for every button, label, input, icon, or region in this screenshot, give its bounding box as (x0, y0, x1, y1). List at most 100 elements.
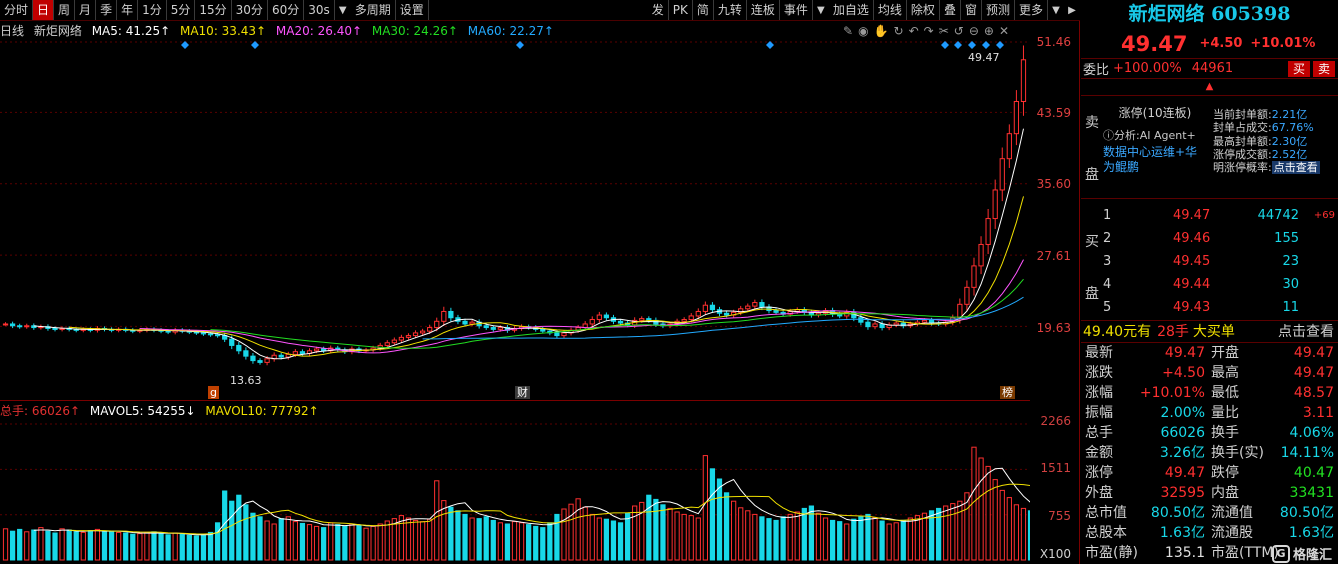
dropdown-arrow-icon[interactable]: ▼ (813, 0, 829, 20)
price-chart[interactable] (0, 40, 1030, 400)
quote-key: 外盘 (1085, 485, 1113, 501)
rotate-icon[interactable]: ↺ (954, 24, 964, 38)
event-marker-icon (968, 41, 976, 49)
quote-key: 换手(实) (1211, 445, 1264, 461)
volume-bar (52, 532, 58, 561)
period-tab-6[interactable]: 1分 (138, 0, 167, 20)
period-tab-12[interactable]: 多周期 (351, 0, 396, 20)
buy-level-4[interactable]: 4 49.44 30 (1103, 273, 1335, 296)
period-tab-8[interactable]: 15分 (195, 0, 232, 20)
volume-bar (709, 468, 716, 561)
big-order-link[interactable]: 点击查看 (1278, 321, 1334, 341)
redo-icon[interactable]: ↷ (924, 24, 934, 38)
eye-icon[interactable]: ◉ (858, 24, 868, 38)
volume-bar (723, 492, 730, 561)
ai-analysis[interactable]: ⓘ分析:AI Agent+ (1103, 127, 1207, 143)
volume-bar (306, 524, 313, 561)
collapse-panel-icon[interactable]: ▶ (1064, 0, 1080, 20)
volume-bar (773, 519, 779, 561)
period-tab-9[interactable]: 30分 (232, 0, 268, 20)
undo-icon[interactable]: ↶ (909, 24, 919, 38)
toolbar-item-5[interactable]: 事件 (780, 0, 813, 20)
buy-level-2[interactable]: 2 49.46 155 (1103, 227, 1335, 250)
volume-bar (844, 523, 850, 561)
toolbar-item-0[interactable]: 发 (648, 0, 669, 20)
stat-key: 明涨停概率: (1213, 161, 1272, 175)
period-tab-13[interactable]: 设置 (396, 0, 429, 20)
volume-bar (886, 523, 892, 561)
period-tab-5[interactable]: 年 (117, 0, 139, 20)
toolbar-item-10[interactable]: 窗 (961, 0, 982, 20)
toolbar-item-2[interactable]: 简 (693, 0, 714, 20)
stat-key: 封单占成交: (1213, 121, 1272, 135)
quote-key: 内盘 (1211, 485, 1239, 501)
buy-level-3[interactable]: 3 49.45 23 (1103, 250, 1335, 273)
volume-chart[interactable] (0, 400, 1030, 564)
pen-icon[interactable]: ✎ (843, 24, 853, 38)
stat-value: 67.76% (1271, 121, 1314, 135)
buy-level-5[interactable]: 5 49.43 11 (1103, 296, 1335, 319)
concept-tag[interactable]: 数据中心运维+华为鲲鹏 (1103, 145, 1207, 175)
limit-up-stat-4[interactable]: 明涨停概率: 点击查看 (1213, 161, 1320, 175)
period-tab-4[interactable]: 季 (96, 0, 118, 20)
quote-row: 金额 3.26亿 换手(实) 14.11% (1081, 443, 1338, 463)
period-tab-0[interactable]: 分时 (0, 0, 34, 20)
big-order-row[interactable]: 49.40元有 28手 大买单 点击查看 (1081, 320, 1338, 341)
price-row: 49.47 +4.50 +10.01% (1081, 29, 1338, 58)
volume-bar (957, 500, 963, 561)
period-tab-7[interactable]: 5分 (167, 0, 196, 20)
weibi-num: 44961 (1191, 61, 1234, 76)
toolbar-item-6[interactable]: 加自选 (829, 0, 874, 20)
price-axis-label-3: 35.60 (1036, 177, 1071, 191)
toolbar-item-1[interactable]: PK (669, 0, 693, 20)
period-tab-10[interactable]: 60分 (268, 0, 305, 20)
toolbar-item-11[interactable]: 预测 (982, 0, 1015, 20)
toolbar-item-3[interactable]: 九转 (714, 0, 747, 20)
close-icon[interactable]: ✕ (999, 24, 1009, 38)
volume-bar (236, 494, 242, 561)
price-change-pct: +10.01% (1250, 36, 1316, 51)
period-tab-2[interactable]: 周 (54, 0, 76, 20)
volume-bar (533, 525, 539, 561)
period-tab-3[interactable]: 月 (75, 0, 97, 20)
buy-button[interactable]: 买 (1287, 60, 1310, 77)
period-tab-1[interactable]: 日 (33, 0, 55, 20)
stat-value[interactable]: 点击查看 (1271, 161, 1320, 175)
volume-bar (660, 504, 666, 561)
candle-body (434, 320, 440, 329)
hand-icon[interactable]: ✋ (874, 24, 889, 38)
buy-level-1[interactable]: 1 49.47 44742 +69 (1103, 204, 1335, 227)
toolbar-item-12[interactable]: 更多 (1015, 0, 1048, 20)
brand-logo-icon: G (1271, 544, 1290, 563)
minus-circle-icon[interactable]: ⊖ (969, 24, 979, 38)
dropdown-arrow-icon[interactable]: ▼ (335, 0, 351, 20)
volume-bar (38, 527, 44, 561)
period-tab-11[interactable]: 30s (304, 0, 335, 20)
chart-area[interactable]: 分时日周月季年 1分 5分 15分 30分 60分 30s ▼ 多周期 设置发 PK 简九转 连板 事件 ▼… (0, 0, 1080, 564)
volume-bar (978, 457, 984, 561)
volume-bar (702, 455, 708, 561)
candle-body (313, 348, 320, 352)
candle-body (879, 323, 885, 329)
ma20-line (139, 259, 1024, 354)
toolbar-item-8[interactable]: 除权 (907, 0, 940, 20)
sell-button[interactable]: 卖 (1312, 60, 1335, 77)
volume-bar (356, 524, 362, 561)
quote-value: 66026 (1160, 425, 1205, 441)
scissors-icon[interactable]: ✂ (939, 24, 949, 38)
dropdown-arrow-icon[interactable]: ▼ (1048, 0, 1064, 20)
toolbar-item-7[interactable]: 均线 (874, 0, 907, 20)
plus-circle-icon[interactable]: ⊕ (984, 24, 994, 38)
candle-body (200, 332, 207, 335)
tag-g[interactable]: g (208, 386, 219, 399)
collapse-toggle[interactable]: ▲ (1081, 78, 1338, 94)
toolbar-item-4[interactable]: 连板 (747, 0, 780, 20)
ma-legend: 日线 新炬网络 MA5: 41.25↑ MA10: 33.43↑ MA20: 2… (0, 22, 560, 40)
toolbar-item-9[interactable]: 叠 (940, 0, 961, 20)
tag-financial[interactable]: 财 (515, 386, 530, 399)
volume-bar (186, 534, 192, 561)
volume-bar (405, 517, 412, 561)
tag-rank[interactable]: 榜 (1000, 386, 1015, 399)
ma60-value: MA60: 22.27↑ (467, 24, 554, 38)
refresh-icon[interactable]: ↻ (894, 24, 904, 38)
